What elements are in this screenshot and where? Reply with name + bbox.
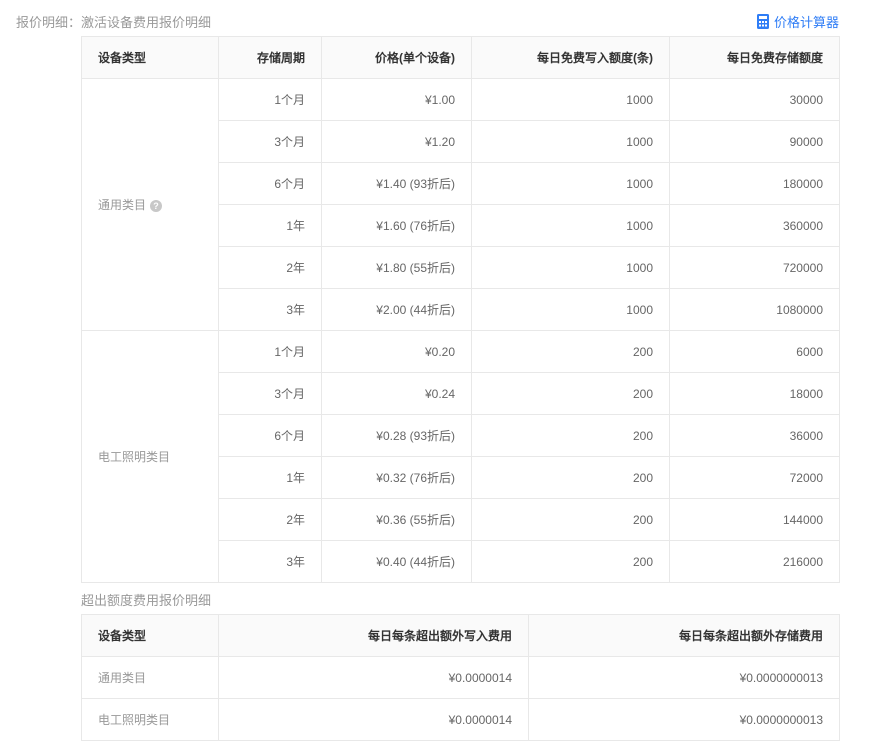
free-write-cell: 200 xyxy=(471,540,670,583)
free-storage-cell: 180000 xyxy=(669,162,840,205)
free-write-cell: 200 xyxy=(471,372,670,415)
free-storage-cell: 36000 xyxy=(669,414,840,457)
column-header-period: 存储周期 xyxy=(218,36,322,79)
price-cell: ¥1.80 (55折后) xyxy=(321,246,472,289)
write-fee-cell: ¥0.0000014 xyxy=(218,698,529,741)
free-storage-cell: 6000 xyxy=(669,330,840,373)
write-fee-cell: ¥0.0000014 xyxy=(218,656,529,699)
period-cell: 1年 xyxy=(218,204,322,247)
free-write-cell: 200 xyxy=(471,456,670,499)
category-label: 电工照明类目 xyxy=(98,450,171,464)
period-cell: 3个月 xyxy=(218,120,322,163)
free-write-cell: 200 xyxy=(471,330,670,373)
question-icon[interactable]: ? xyxy=(150,200,163,212)
category-cell: 通用类目 xyxy=(81,656,219,699)
column-header-storage-fee: 每日每条超出额外存储费用 xyxy=(528,614,840,657)
column-header-free-storage: 每日免费存储额度 xyxy=(669,36,840,79)
free-write-cell: 1000 xyxy=(471,204,670,247)
free-storage-cell: 144000 xyxy=(669,498,840,541)
free-storage-cell: 30000 xyxy=(669,78,840,121)
period-cell: 1个月 xyxy=(218,330,322,373)
free-storage-cell: 18000 xyxy=(669,372,840,415)
page-header-label: 报价明细：激活设备费用报价明细 xyxy=(16,15,212,30)
price-cell: ¥0.20 xyxy=(321,330,472,373)
table-row: 电工照明类目 ¥0.0000014 ¥0.0000000013 xyxy=(81,698,840,741)
period-cell: 3年 xyxy=(218,540,322,583)
free-write-cell: 1000 xyxy=(471,120,670,163)
price-cell: ¥1.60 (76折后) xyxy=(321,204,472,247)
price-cell: ¥1.00 xyxy=(321,78,472,121)
price-cell: ¥0.36 (55折后) xyxy=(321,498,472,541)
activation-price-table: 设备类型 存储周期 价格(单个设备) 每日免费写入额度(条) 每日免费存储额度 … xyxy=(81,36,840,583)
free-write-cell: 1000 xyxy=(471,288,670,331)
price-cell: ¥1.20 xyxy=(321,120,472,163)
table-row: 通用类目? 1个月 ¥1.00 1000 30000 xyxy=(81,78,840,331)
category-cell: 电工照明类目 xyxy=(81,698,219,741)
price-calculator-label: 价格计算器 xyxy=(773,15,839,30)
free-write-cell: 1000 xyxy=(471,246,670,289)
storage-fee-cell: ¥0.0000000013 xyxy=(528,656,840,699)
period-cell: 2年 xyxy=(218,498,322,541)
storage-fee-cell: ¥0.0000000013 xyxy=(528,698,840,741)
free-write-cell: 1000 xyxy=(471,162,670,205)
calculator-icon xyxy=(756,14,769,29)
period-cell: 1年 xyxy=(218,456,322,499)
column-header-device-type: 设备类型 xyxy=(81,614,219,657)
column-header-free-write: 每日免费写入额度(条) xyxy=(471,36,670,79)
free-storage-cell: 720000 xyxy=(669,246,840,289)
free-storage-cell: 216000 xyxy=(669,540,840,583)
price-cell: ¥1.40 (93折后) xyxy=(321,162,472,205)
period-cell: 1个月 xyxy=(218,78,322,121)
column-header-price: 价格(单个设备) xyxy=(321,36,472,79)
price-cell: ¥0.32 (76折后) xyxy=(321,456,472,499)
table-header-row: 设备类型 每日每条超出额外写入费用 每日每条超出额外存储费用 xyxy=(81,614,840,657)
overage-price-table: 设备类型 每日每条超出额外写入费用 每日每条超出额外存储费用 通用类目 ¥0.00… xyxy=(81,614,840,741)
table-row: 电工照明类目 1个月 ¥0.20 200 6000 xyxy=(81,330,840,583)
free-storage-cell: 1080000 xyxy=(669,288,840,331)
category-cell: 电工照明类目 xyxy=(81,330,219,583)
free-write-cell: 1000 xyxy=(471,78,670,121)
free-storage-cell: 360000 xyxy=(669,204,840,247)
period-cell: 3个月 xyxy=(218,372,322,415)
period-cell: 3年 xyxy=(218,288,322,331)
overage-section-title: 超出额度费用报价明细 xyxy=(81,593,212,608)
period-cell: 2年 xyxy=(218,246,322,289)
category-label: 通用类目 xyxy=(98,198,147,212)
column-header-write-fee: 每日每条超出额外写入费用 xyxy=(218,614,529,657)
free-storage-cell: 90000 xyxy=(669,120,840,163)
table-header-row: 设备类型 存储周期 价格(单个设备) 每日免费写入额度(条) 每日免费存储额度 xyxy=(81,36,840,79)
price-cell: ¥0.28 (93折后) xyxy=(321,414,472,457)
category-cell: 通用类目? xyxy=(81,78,219,331)
period-cell: 6个月 xyxy=(218,414,322,457)
free-write-cell: 200 xyxy=(471,414,670,457)
price-calculator-link[interactable]: 价格计算器 xyxy=(756,12,839,31)
column-header-device-type: 设备类型 xyxy=(81,36,219,79)
price-cell: ¥0.40 (44折后) xyxy=(321,540,472,583)
free-write-cell: 200 xyxy=(471,498,670,541)
free-storage-cell: 72000 xyxy=(669,456,840,499)
price-cell: ¥0.24 xyxy=(321,372,472,415)
table-row: 通用类目 ¥0.0000014 ¥0.0000000013 xyxy=(81,656,840,699)
period-cell: 6个月 xyxy=(218,162,322,205)
price-cell: ¥2.00 (44折后) xyxy=(321,288,472,331)
